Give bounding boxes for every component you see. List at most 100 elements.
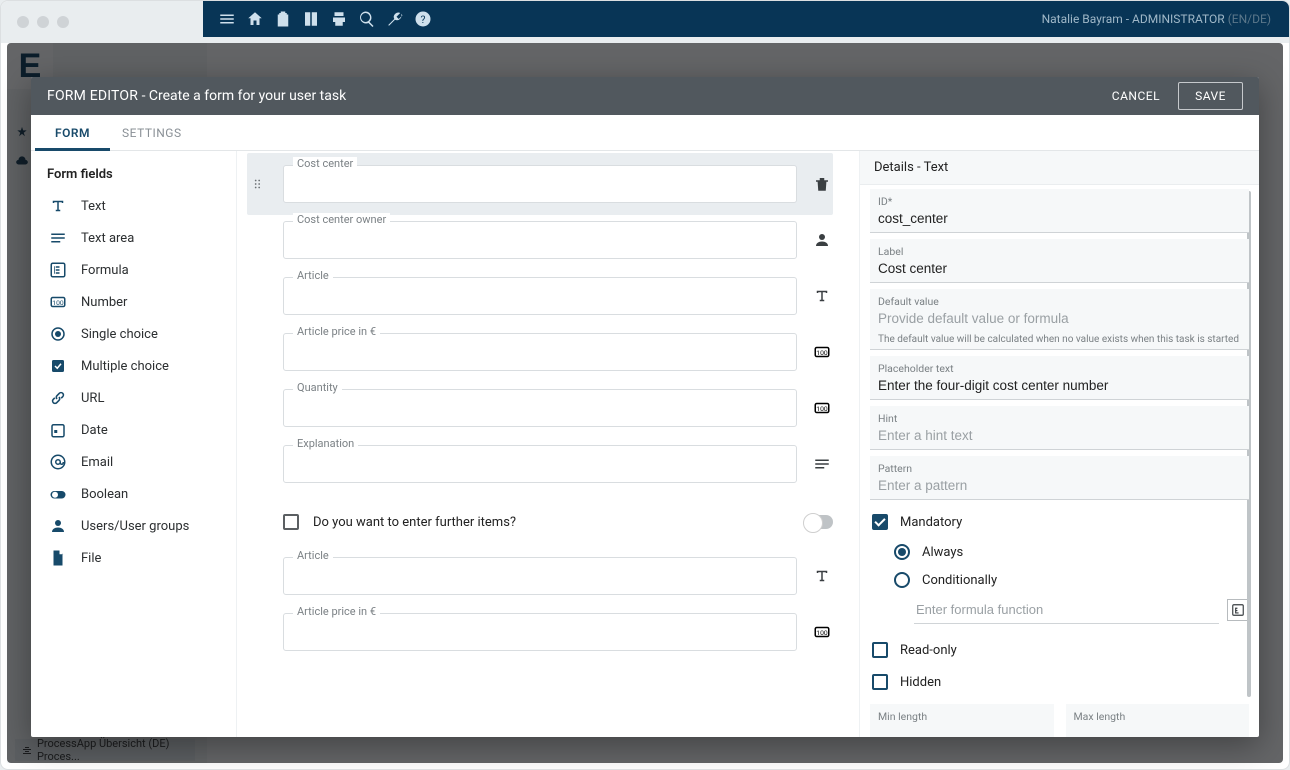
mandatory-checkbox[interactable]: Mandatory [870,506,1249,538]
radio-icon [894,544,910,560]
textarea-icon [811,453,833,475]
number-icon [811,397,833,419]
mandatory-conditionally-label: Conditionally [922,573,997,588]
palette-item-date[interactable]: Date [47,414,228,446]
checkbox-icon[interactable] [283,514,299,530]
book-icon[interactable] [297,5,325,33]
further-items-row[interactable]: Do you want to enter further items? [247,507,833,537]
drag-handle-icon[interactable] [247,177,269,191]
hidden-checkbox[interactable]: Hidden [870,666,1249,698]
palette-item-file[interactable]: File [47,542,228,574]
form-field-row[interactable]: Article price in € [247,333,833,371]
palette-item-textarea[interactable]: Text area [47,222,228,254]
form-field-row[interactable]: Article [247,557,833,595]
traffic-light-min[interactable] [37,16,49,28]
form-field-row[interactable]: Article price in € [247,613,833,651]
form-field-input[interactable] [283,389,797,427]
form-field-label: Article [293,269,333,282]
clipboard-icon[interactable] [269,5,297,33]
readonly-checkbox[interactable]: Read-only [870,634,1249,666]
form-field-input[interactable] [283,277,797,315]
help-icon[interactable]: ? [409,5,437,33]
menu-icon[interactable] [213,5,241,33]
palette-item-label: Single choice [81,327,158,342]
minlength-input[interactable] [878,732,1036,738]
prop-label-input[interactable] [878,259,1241,280]
form-field-label: Explanation [293,437,358,450]
cancel-button[interactable]: CANCEL [1102,83,1170,109]
trash-icon[interactable] [811,173,833,195]
number-icon [811,621,833,643]
prop-id[interactable]: ID* [870,189,1249,233]
prop-default[interactable]: Default value The default value will be … [870,289,1249,350]
prop-id-label: ID* [878,195,1241,208]
prop-id-input[interactable] [878,209,1241,230]
form-field-row[interactable]: Explanation [247,445,833,483]
modal-header: FORM EDITOR - Create a form for your use… [31,77,1259,115]
palette-item-formula[interactable]: Formula [47,254,228,286]
form-field-input[interactable] [283,333,797,371]
prop-default-input[interactable] [878,309,1241,330]
user-lang: (EN/DE) [1228,12,1271,26]
print-icon[interactable] [325,5,353,33]
save-button[interactable]: SAVE [1178,82,1243,110]
form-field-row[interactable]: Quantity [247,389,833,427]
form-field-input[interactable] [283,221,797,259]
form-field-input[interactable] [283,557,797,595]
traffic-light-max[interactable] [57,16,69,28]
maxlength-input[interactable] [1074,732,1232,738]
prop-minlength[interactable]: Min length [870,704,1054,737]
prop-placeholder[interactable]: Placeholder text [870,356,1249,400]
prop-maxlength[interactable]: Max length [1066,704,1250,737]
form-field-label: Article price in € [293,605,380,618]
form-field-input-wrap: Article price in € [283,333,797,371]
form-field-input[interactable] [283,613,797,651]
tab-form[interactable]: FORM [55,115,90,150]
palette-item-label: URL [81,391,104,406]
form-field-row[interactable]: Article [247,277,833,315]
palette-item-single[interactable]: Single choice [47,318,228,350]
traffic-light-close[interactable] [17,16,29,28]
prop-hint[interactable]: Hint [870,406,1249,450]
form-field-input[interactable] [283,445,797,483]
toggle-icon[interactable] [805,515,833,529]
palette-item-label: Boolean [81,487,128,502]
prop-hint-input[interactable] [878,426,1241,447]
text-icon [811,285,833,307]
form-fields-heading: Form fields [47,167,228,182]
palette-item-multiple[interactable]: Multiple choice [47,350,228,382]
formula-button[interactable] [1227,599,1249,621]
palette-item-text[interactable]: Text [47,190,228,222]
form-canvas[interactable]: Cost center Cost center owner Article Ar… [237,151,859,737]
form-field-row[interactable]: Cost center [247,153,833,215]
mandatory-conditionally[interactable]: Conditionally [870,566,1249,594]
prop-pattern[interactable]: Pattern [870,456,1249,500]
palette-item-label: File [81,551,101,566]
tab-settings[interactable]: SETTINGS [122,115,182,150]
formula-input[interactable] [914,596,1219,624]
palette-item-url[interactable]: URL [47,382,228,414]
palette-item-number[interactable]: Number [47,286,228,318]
palette-item-users[interactable]: Users/User groups [47,510,228,542]
form-field-input-wrap: Cost center [283,165,797,203]
prop-placeholder-input[interactable] [878,376,1241,397]
wrench-icon[interactable] [381,5,409,33]
palette-item-label: Date [81,423,108,438]
text-icon [49,197,67,215]
palette-item-email[interactable]: Email [47,446,228,478]
form-field-input[interactable] [283,165,797,203]
mandatory-always[interactable]: Always [870,538,1249,566]
form-field-row[interactable]: Cost center owner [247,221,833,259]
palette-item-label: Email [81,455,113,470]
checkbox-icon [872,514,888,530]
file-icon [49,549,67,567]
details-heading: Details - Text [860,151,1259,185]
home-icon[interactable] [241,5,269,33]
prop-label[interactable]: Label [870,239,1249,283]
url-icon [49,389,67,407]
search-icon[interactable] [353,5,381,33]
text-icon [811,565,833,587]
palette-item-boolean[interactable]: Boolean [47,478,228,510]
user-name: Natalie Bayram - ADMINISTRATOR [1042,12,1225,26]
prop-pattern-input[interactable] [878,476,1241,497]
